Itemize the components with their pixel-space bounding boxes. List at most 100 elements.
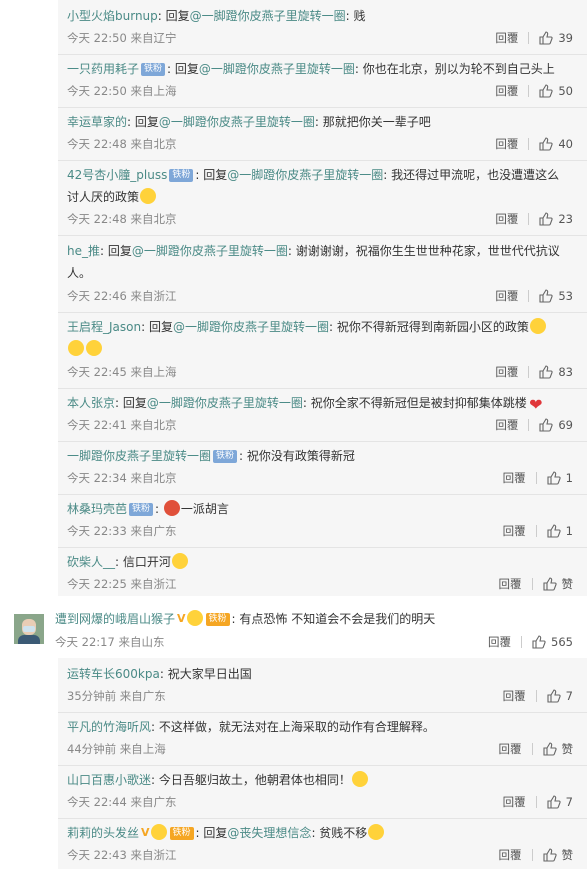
divider <box>528 366 530 378</box>
username-link[interactable]: 42号杏小膧_pluss <box>67 168 167 182</box>
username-link[interactable]: 本人张京 <box>67 396 115 410</box>
like-button[interactable]: 83 <box>539 365 573 379</box>
reply-text: 贱 <box>353 9 366 23</box>
mention-link[interactable]: 丧失理想信念 <box>239 826 311 840</box>
reply-button[interactable]: 回覆 <box>503 794 526 810</box>
username-link[interactable]: 王启程_Jason <box>67 320 141 334</box>
reply-meta: 今天 22:33 来自广东 <box>67 523 176 539</box>
username-link[interactable]: he_推 <box>67 244 100 258</box>
reply-button[interactable]: 回覆 <box>495 30 518 46</box>
reply-content: 小型火焰burnup: 回复@一脚蹬你皮燕子里旋转一圈: 贱 <box>67 9 366 23</box>
divider <box>58 235 587 236</box>
reply-content: 林桑玛壳芭 铁粉: 一派胡言 <box>67 500 229 516</box>
reply-content: 砍柴人__: 信口开河 <box>67 551 575 573</box>
reply-text: 祝你全家不得新冠但是被封抑郁集体跳楼 <box>310 396 527 410</box>
like-count: 赞 <box>561 742 574 756</box>
username-link[interactable]: 幸运草家的 <box>67 115 127 129</box>
divider <box>528 419 530 431</box>
like-button[interactable]: 69 <box>539 418 573 432</box>
thumbs-up-icon <box>539 84 553 98</box>
username-link[interactable]: 莉莉的头发丝 <box>67 826 139 840</box>
like-button[interactable]: 1 <box>547 524 573 538</box>
divider <box>58 818 587 819</box>
reply-actions: 回覆 赞 <box>499 847 574 863</box>
username-link[interactable]: 砍柴人__ <box>67 555 115 569</box>
reply-actions: 回覆 40 <box>495 136 573 152</box>
reply-button[interactable]: 回覆 <box>503 688 526 704</box>
thumbs-up-icon <box>542 848 557 862</box>
reply-content: 幸运草家的: 回复@一脚蹬你皮燕子里旋转一圈: 那就把你关一辈子吧 <box>67 115 431 129</box>
mention-link[interactable]: 一脚蹬你皮燕子里旋转一圈 <box>144 244 288 258</box>
reply-button[interactable]: 回覆 <box>488 634 511 650</box>
like-button[interactable]: 39 <box>539 31 573 45</box>
mention-link[interactable]: 一脚蹬你皮燕子里旋转一圈 <box>202 9 346 23</box>
thumbs-up-icon <box>542 577 557 591</box>
username-link[interactable]: 遭到网爆的峨眉山猴子 <box>55 612 175 626</box>
mention-link[interactable]: 一脚蹬你皮燕子里旋转一圈 <box>159 396 303 410</box>
username-link[interactable]: 小型火焰burnup <box>67 9 158 23</box>
like-button[interactable]: 50 <box>539 84 573 98</box>
fan-badge: 铁粉 <box>213 450 238 463</box>
like-button[interactable]: 565 <box>532 635 573 649</box>
reply-content: 莉莉的头发丝 V 铁粉: 回复@丧失理想信念: 贫贱不移 <box>67 822 575 844</box>
reply-actions: 回覆 83 <box>495 364 573 380</box>
reply-button[interactable]: 回覆 <box>503 523 526 539</box>
reply-button[interactable]: 回覆 <box>495 83 518 99</box>
like-count: 赞 <box>561 848 574 862</box>
like-button[interactable]: 1 <box>547 471 573 485</box>
reply-button[interactable]: 回覆 <box>499 576 522 592</box>
like-button[interactable]: 赞 <box>542 847 574 863</box>
mention-link[interactable]: 一脚蹬你皮燕子里旋转一圈 <box>171 115 315 129</box>
verified-icon: V <box>177 612 186 625</box>
reply-button[interactable]: 回覆 <box>495 417 518 433</box>
reply-button[interactable]: 回覆 <box>495 364 518 380</box>
username-link[interactable]: 一脚蹬你皮燕子里旋转一圈 <box>67 449 211 463</box>
reply-time: 今天 22:48 <box>67 137 127 151</box>
reply-button[interactable]: 回覆 <box>499 741 522 757</box>
reply-text: 不这样做，就无法对在上海采取的动作有合理解释。 <box>158 720 435 734</box>
reply-text: 祝大家早日出国 <box>167 667 252 681</box>
like-button[interactable]: 40 <box>539 137 573 151</box>
username-link[interactable]: 运转车长600kpa <box>67 667 160 681</box>
reply-time: 今天 22:44 <box>67 795 127 809</box>
reply-meta: 35分钟前 来自广东 <box>67 688 166 704</box>
like-button[interactable]: 7 <box>547 689 573 703</box>
reply-button[interactable]: 回覆 <box>495 211 518 227</box>
username-link[interactable]: 林桑玛壳芭 <box>67 502 127 516</box>
like-button[interactable]: 7 <box>547 795 573 809</box>
like-count: 赞 <box>561 577 574 591</box>
mention-link[interactable]: 一脚蹬你皮燕子里旋转一圈 <box>211 62 355 76</box>
reply-button[interactable]: 回覆 <box>503 470 526 486</box>
reply-actions: 回覆 7 <box>503 794 573 810</box>
like-button[interactable]: 赞 <box>542 576 574 592</box>
like-count: 53 <box>558 289 573 303</box>
reply-button[interactable]: 回覆 <box>499 847 522 863</box>
username-link[interactable]: 山口百惠小歌迷 <box>67 773 151 787</box>
emoji-icon <box>68 340 84 356</box>
like-count: 50 <box>558 84 573 98</box>
reply-time: 今天 22:34 <box>67 471 127 485</box>
username-link[interactable]: 平凡的竹海听风 <box>67 720 151 734</box>
reply-button[interactable]: 回覆 <box>495 136 518 152</box>
mention-link[interactable]: 一脚蹬你皮燕子里旋转一圈 <box>185 320 329 334</box>
reply-button[interactable]: 回覆 <box>495 288 518 304</box>
reply-location: 来自北京 <box>130 212 177 226</box>
like-button[interactable]: 赞 <box>542 741 574 757</box>
like-count: 1 <box>565 471 573 485</box>
username-link[interactable]: 一只药用耗子 <box>67 62 139 76</box>
thumbs-up-icon <box>547 689 561 703</box>
avatar[interactable] <box>14 614 44 644</box>
reply-text: 贫贱不移 <box>319 826 368 840</box>
reply-time: 今天 22:50 <box>67 31 127 45</box>
fan-badge: 铁粉 <box>141 63 166 76</box>
reply-meta: 今天 22:41 来自北京 <box>67 417 176 433</box>
reply-text: 那就把你关一辈子吧 <box>322 115 431 129</box>
mention-link[interactable]: 一脚蹬你皮燕子里旋转一圈 <box>239 168 383 182</box>
reply-content: 一只药用耗子 铁粉: 回复@一脚蹬你皮燕子里旋转一圈: 你也在北京，别以为轮不到自… <box>67 62 555 76</box>
fan-badge: 铁粉 <box>205 613 230 626</box>
like-button[interactable]: 23 <box>539 212 573 226</box>
divider <box>58 54 587 55</box>
like-button[interactable]: 53 <box>539 289 573 303</box>
reply-meta: 今天 22:44 来自广东 <box>67 794 176 810</box>
reply-location: 来自北京 <box>130 471 177 485</box>
